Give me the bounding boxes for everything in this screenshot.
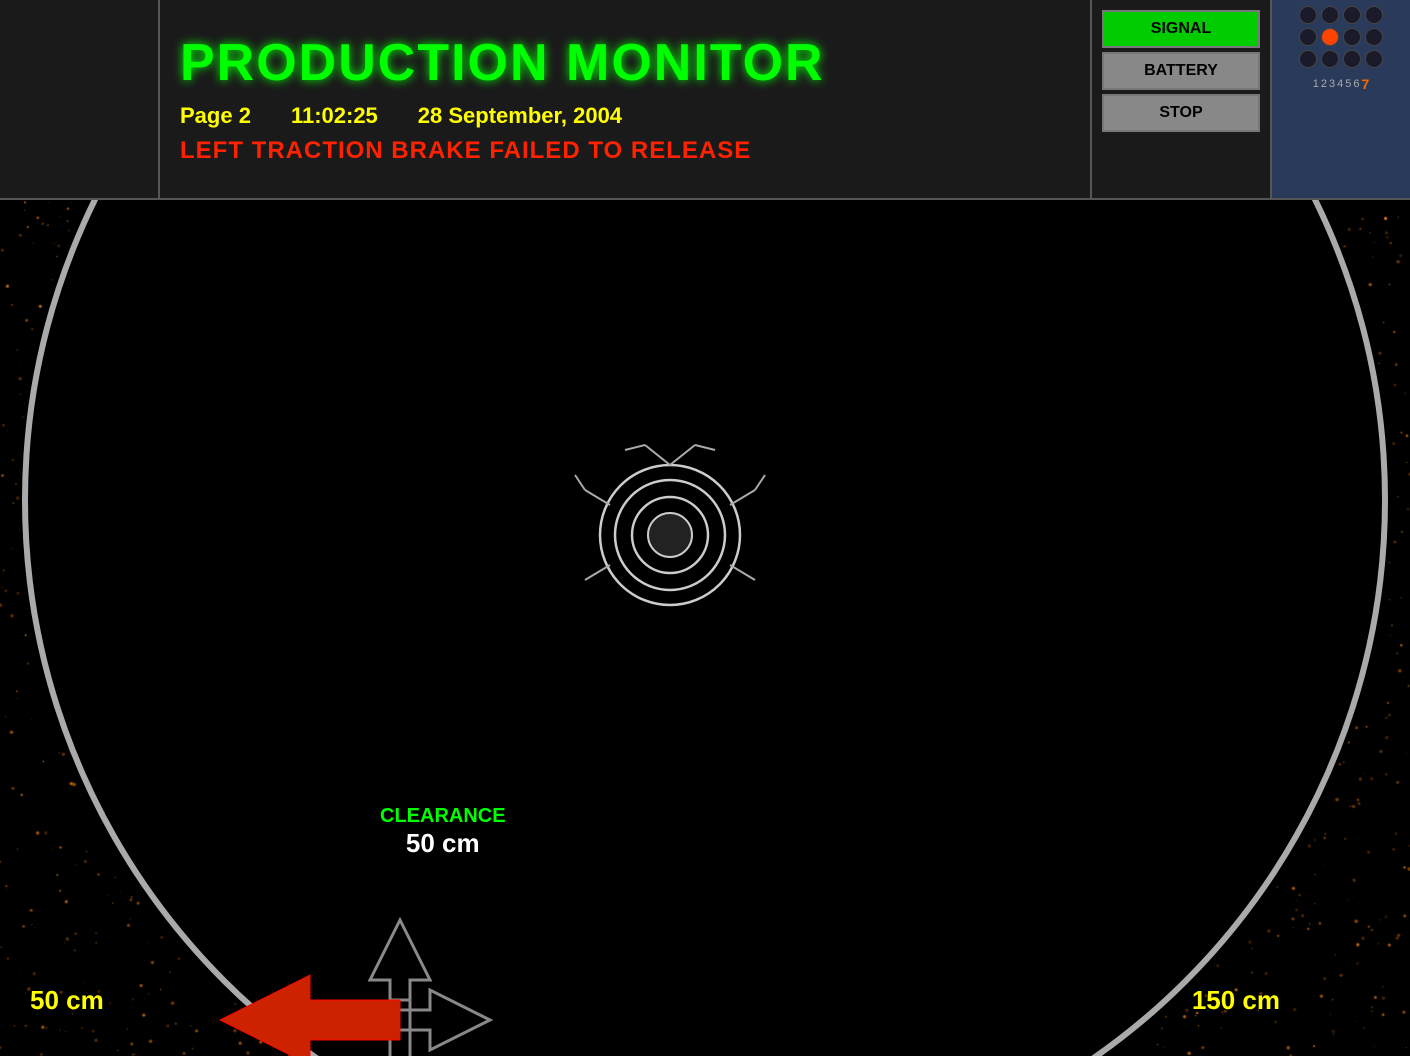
indicator-dot	[1343, 6, 1361, 24]
battery-button[interactable]: BATTERY	[1102, 52, 1260, 90]
signal-button[interactable]: SIGNAL	[1102, 10, 1260, 48]
page-label: Page 2	[180, 103, 251, 129]
header-logo-area	[0, 0, 160, 198]
indicator-dot	[1343, 50, 1361, 68]
header-info-row: Page 2 11:02:25 28 September, 2004	[180, 103, 1070, 129]
panel-num: 1	[1313, 78, 1319, 90]
main-display: CLEARANCE 50 cm 50 cm 150 cm 180 cm	[0, 200, 1410, 1056]
indicator-dot	[1365, 50, 1383, 68]
clearance-text: CLEARANCE	[380, 805, 506, 828]
panel-num: 5	[1345, 78, 1351, 90]
indicator-dot	[1321, 6, 1339, 24]
panel-row-1	[1278, 6, 1404, 24]
indicator-dot	[1299, 28, 1317, 46]
time-label: 11:02:25	[291, 103, 378, 129]
indicator-dot	[1343, 28, 1361, 46]
stop-button[interactable]: STOP	[1102, 94, 1260, 132]
control-buttons: SIGNAL BATTERY STOP	[1090, 0, 1270, 198]
clearance-value: 50 cm	[380, 828, 506, 859]
app-title: PRODUCTION MONITOR	[180, 33, 1070, 93]
indicator-dot	[1321, 50, 1339, 68]
panel-num: 6	[1353, 78, 1359, 90]
header: PRODUCTION MONITOR Page 2 11:02:25 28 Se…	[0, 0, 1410, 200]
panel-numbers: 1 2 3 4 5 6 7	[1278, 76, 1404, 92]
indicator-dot	[1365, 28, 1383, 46]
panel-num: 3	[1329, 78, 1335, 90]
header-main: PRODUCTION MONITOR Page 2 11:02:25 28 Se…	[160, 0, 1090, 198]
alert-message: LEFT TRACTION BRAKE FAILED TO RELEASE	[180, 137, 1070, 165]
tunnel-diagram	[0, 200, 1410, 1056]
panel-row-3	[1278, 50, 1404, 68]
panel-num: 4	[1337, 78, 1343, 90]
panel-num-highlight: 7	[1361, 76, 1369, 92]
left-measurement: 50 cm	[30, 985, 104, 1016]
right-measurement: 150 cm	[1192, 985, 1280, 1016]
clearance-label: CLEARANCE 50 cm	[380, 805, 506, 859]
panel-num: 2	[1321, 78, 1327, 90]
indicator-dot	[1365, 6, 1383, 24]
indicator-panel: 1 2 3 4 5 6 7	[1270, 0, 1410, 198]
panel-row-2	[1278, 28, 1404, 46]
indicator-dot-active	[1321, 28, 1339, 46]
date-label: 28 September, 2004	[418, 103, 622, 129]
indicator-dot	[1299, 50, 1317, 68]
indicator-dot	[1299, 6, 1317, 24]
